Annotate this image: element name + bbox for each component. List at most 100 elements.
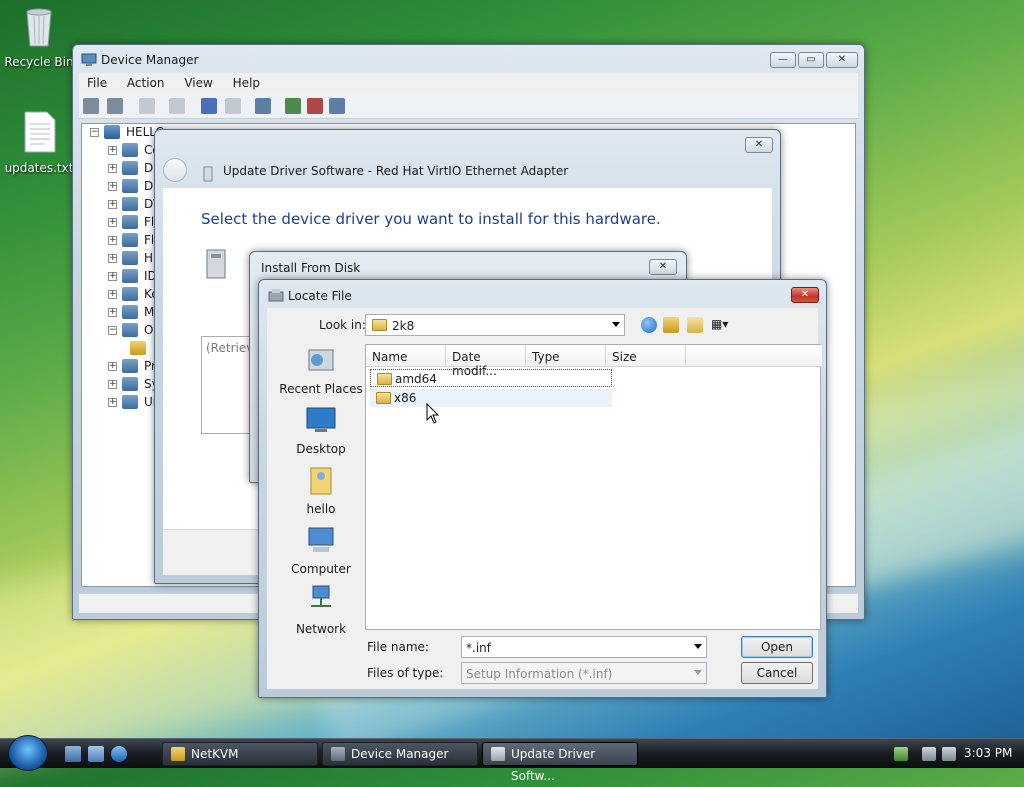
close-button[interactable]: ✕ [826, 52, 858, 68]
desktop-icon-recycle-bin[interactable]: Recycle Bin [4, 4, 74, 69]
locate-file-window: Locate File ✕ Look in: 2k8 ▦▾ Recent Pla… [258, 279, 827, 698]
up-folder-icon[interactable] [663, 317, 679, 333]
collapse-icon[interactable]: − [90, 128, 99, 137]
folder-icon [171, 747, 185, 761]
column-header-type[interactable]: Type [526, 345, 606, 367]
list-item[interactable]: x86 [370, 389, 612, 407]
device-category-icon [122, 287, 138, 301]
maximize-button[interactable]: ▭ [798, 52, 824, 68]
uninstall-icon[interactable] [307, 98, 323, 114]
update-driver-icon[interactable] [285, 98, 301, 114]
close-button[interactable]: ✕ [745, 137, 773, 153]
close-button[interactable]: ✕ [791, 287, 819, 303]
open-button[interactable]: Open [741, 636, 813, 658]
hardware-icon [206, 249, 226, 279]
user-folder-icon [310, 467, 332, 495]
mouse-cursor-icon [426, 403, 440, 424]
disable-device-icon[interactable] [329, 98, 345, 114]
list-item[interactable]: amd64 [370, 369, 612, 387]
recent-places-icon [308, 349, 334, 371]
scan-hardware-icon[interactable] [255, 98, 271, 114]
switch-windows-icon[interactable] [88, 746, 104, 762]
file-name-input[interactable]: *.inf [461, 636, 707, 658]
start-button[interactable] [8, 735, 48, 771]
device-category-icon [122, 197, 138, 211]
device-manager-icon [331, 747, 345, 761]
column-header-name[interactable]: Name [366, 345, 446, 367]
chevron-down-icon [612, 322, 620, 327]
files-of-type-label: Files of type: [367, 666, 444, 680]
new-folder-icon[interactable] [687, 317, 703, 333]
taskbar: NetKVM Device Manager Update Driver Soft… [0, 735, 1024, 783]
toolbar [79, 93, 858, 119]
device-category-icon [122, 251, 138, 265]
device-category-icon [122, 395, 138, 409]
network-status-icon[interactable] [922, 747, 936, 761]
device-category-icon [122, 179, 138, 193]
close-button[interactable]: ✕ [649, 259, 677, 275]
device-category-icon [122, 215, 138, 229]
dialog-title: Update Driver Software - Red Hat VirtIO … [223, 164, 569, 178]
menu-view[interactable]: View [176, 73, 220, 90]
desktop-icon [306, 407, 336, 432]
view-icon[interactable] [225, 98, 241, 114]
recycle-bin-icon [26, 8, 52, 47]
show-hide-tree-icon[interactable] [139, 98, 155, 114]
text-file-icon [24, 111, 56, 153]
forward-arrow-icon[interactable] [107, 98, 123, 114]
menu-help[interactable]: Help [225, 73, 268, 90]
device-category-icon [122, 161, 138, 175]
device-category-icon [122, 377, 138, 391]
look-in-label: Look in: [319, 318, 366, 332]
place-recent[interactable]: Recent Places [275, 344, 367, 396]
desktop-icon-updates-txt[interactable]: updates.txt [4, 110, 74, 175]
chevron-down-icon [694, 670, 702, 675]
desktop-icon-label: Recycle Bin [4, 55, 74, 69]
help-icon[interactable] [201, 98, 217, 114]
menu-bar: File Action View Help [79, 73, 858, 93]
page-heading: Select the device driver you want to ins… [201, 210, 661, 228]
window-title: Locate File [288, 289, 352, 303]
locate-file-content: Look in: 2k8 ▦▾ Recent Places Desktop he… [267, 308, 822, 689]
cancel-button[interactable]: Cancel [741, 662, 813, 684]
files-of-type-select[interactable]: Setup Information (*.inf) [461, 662, 707, 684]
internet-explorer-icon[interactable] [111, 746, 127, 762]
place-hello[interactable]: hello [275, 464, 367, 516]
driver-icon [491, 747, 505, 761]
minimize-button[interactable]: — [770, 52, 796, 68]
taskbar-button-netkvm[interactable]: NetKVM [162, 742, 318, 766]
window-title: Install From Disk [261, 261, 361, 275]
column-header-date[interactable]: Date modif... [446, 345, 526, 378]
taskbar-button-device-manager[interactable]: Device Manager [322, 742, 478, 766]
place-desktop[interactable]: Desktop [275, 404, 367, 456]
folder-icon [376, 392, 391, 404]
network-icon [311, 585, 331, 607]
properties-icon[interactable] [169, 98, 185, 114]
back-arrow-icon[interactable] [163, 158, 187, 182]
volume-muted-icon[interactable] [942, 747, 956, 761]
locate-file-icon [268, 289, 284, 302]
folder-icon [377, 373, 392, 385]
device-category-icon [122, 233, 138, 247]
place-network[interactable]: Network [275, 584, 367, 636]
views-menu-icon[interactable]: ▦▾ [711, 317, 737, 333]
back-icon[interactable] [641, 317, 657, 333]
computer-icon [308, 527, 334, 552]
computer-icon [104, 125, 120, 139]
safely-remove-icon[interactable] [894, 747, 908, 761]
device-category-icon [122, 323, 138, 337]
back-arrow-icon[interactable] [83, 98, 99, 114]
column-header-filler [686, 345, 822, 367]
place-computer[interactable]: Computer [275, 524, 367, 576]
driver-icon [203, 166, 213, 182]
file-name-label: File name: [367, 640, 429, 654]
taskbar-button-update-driver[interactable]: Update Driver Softw... [482, 742, 638, 783]
look-in-combo[interactable]: 2k8 [365, 314, 625, 336]
device-category-icon [122, 359, 138, 373]
menu-action[interactable]: Action [119, 73, 173, 90]
desktop-icon-label: updates.txt [4, 161, 74, 175]
clock[interactable]: 3:03 PM [964, 746, 1012, 760]
show-desktop-icon[interactable] [65, 746, 81, 762]
column-header-size[interactable]: Size [606, 345, 686, 367]
menu-file[interactable]: File [79, 73, 115, 90]
